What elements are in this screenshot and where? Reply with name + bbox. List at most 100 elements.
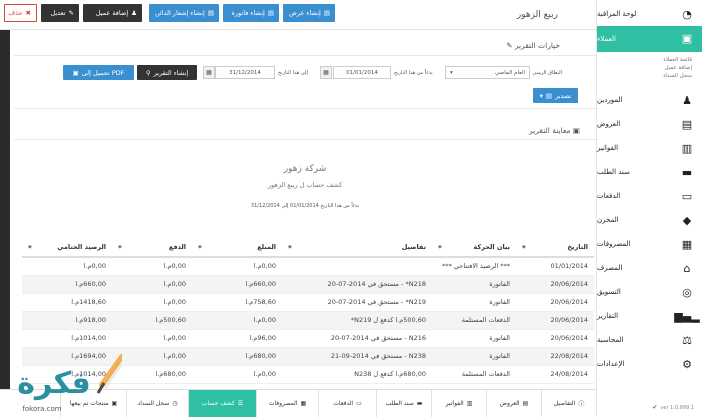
sidebar-item-settings[interactable]: ⚙ الإعدادات xyxy=(597,352,702,376)
box-icon: ◆ xyxy=(682,213,692,227)
range-select[interactable]: العام الماضي ▾ xyxy=(445,66,530,79)
sidebar-item-quotes[interactable]: ▤ العروض xyxy=(597,112,702,136)
table-cell: 0,00م.ا xyxy=(192,311,282,330)
watermark-graphic: فكرة fokora.com xyxy=(17,354,125,413)
table-cell xyxy=(282,257,432,276)
search-icon: ⚲ xyxy=(145,68,151,77)
table-cell: 20/06/2014 xyxy=(516,329,594,348)
credit-card-icon: ▭ xyxy=(356,400,362,407)
bottom-tab-5[interactable]: ▭ الدفعات xyxy=(318,390,376,417)
sidebar-item-dashboard[interactable]: ◔ لوحة المراقبة xyxy=(597,2,702,26)
submenu-payment-log[interactable]: سجل السداد xyxy=(597,72,692,80)
bottom-tab-7[interactable]: ☰ كشف حساب xyxy=(188,390,256,417)
create-report-button[interactable]: ⚲ إنشاء التقرير xyxy=(137,65,197,80)
info-icon: ⓘ xyxy=(578,401,585,408)
table-cell: 0,00م.ا xyxy=(112,347,192,366)
sidebar-item-marketing[interactable]: ◎ التسويق xyxy=(597,280,702,304)
download-pdf-button[interactable]: ▣ تحميل إلى PDF xyxy=(63,65,134,80)
scale-icon: ⚖ xyxy=(682,333,692,347)
divider xyxy=(14,139,596,140)
check-icon: ✔ xyxy=(652,404,658,411)
table-cell: 20/06/2014 xyxy=(516,275,594,294)
column-header-details[interactable]: تفاصيل ◆ xyxy=(282,238,432,258)
from-date-input[interactable]: 01/01/2014 xyxy=(333,66,391,79)
create-credit-note-button[interactable]: ▤ إنشاء إشعار الدائن xyxy=(149,4,219,22)
gear-icon: ⚙ xyxy=(682,357,692,371)
column-header-date[interactable]: التاريخ ◆ xyxy=(516,238,594,258)
company-name: شركة زهور xyxy=(283,164,327,174)
table-cell: 680,00م.ا كدفع ل N238 xyxy=(282,365,432,384)
sidebar-item-clients[interactable]: ▣ العملاء xyxy=(597,26,702,52)
wrench-icon: ✎ xyxy=(506,41,513,50)
to-date-label: إلى هذا التاريخ xyxy=(278,70,308,76)
to-date-input[interactable]: 31/12/2014 xyxy=(215,66,275,79)
create-invoice-button[interactable]: ▤ إنشاء فاتورة xyxy=(223,4,279,22)
table-row: 01/01/2014 *** الرصيد الافتتاحي *** 0,00م.… xyxy=(22,257,594,276)
sidebar-item-expenses[interactable]: ▦ المصروفات xyxy=(597,232,702,256)
sidebar-item-orders[interactable]: ▬ سند الطلب xyxy=(597,160,702,184)
column-header-movement[interactable]: بيان الحركة ◆ xyxy=(432,238,516,258)
create-quote-button[interactable]: ▤ إنشاء عرض xyxy=(283,4,335,22)
delete-button[interactable]: ✖ حذف xyxy=(4,4,37,22)
sidebar-item-suppliers[interactable]: ♟ الموردين xyxy=(597,88,702,112)
export-button[interactable]: ▾ ▤ تصدير xyxy=(533,88,578,103)
top-toolbar: ✖ حذف ✎ تعديل ♟ إضافة عميل ▤ إنشاء إشعار الد… xyxy=(0,0,596,30)
bottom-tab-6[interactable]: ▦ المصروفات xyxy=(256,390,318,417)
table-cell: 0,00م.ا xyxy=(112,257,192,276)
app-window: ◔ لوحة المراقبة ▣ العملاء قائمة العملاء … xyxy=(0,0,702,417)
add-client-button[interactable]: ♟ إضافة عميل xyxy=(83,4,142,22)
sidebar-item-bank[interactable]: ⌂ المصرف xyxy=(597,256,702,280)
expenses-icon: ▦ xyxy=(681,237,693,251)
table-cell: 0,00م.ا xyxy=(22,257,112,276)
chevron-down-icon: ▾ xyxy=(539,91,543,100)
submenu-add-client[interactable]: إضافة عميل xyxy=(597,64,693,72)
table-cell: الدفعات المستلمة xyxy=(432,365,516,384)
sort-icon: ◆ xyxy=(522,244,526,250)
target-icon: ◎ xyxy=(682,285,692,299)
table-row: 20/06/2014 الفاتورة N218* - مستحق في 2014-… xyxy=(22,275,594,294)
sidebar-item-accounting[interactable]: ⚖ المحاسبة xyxy=(597,328,702,352)
bottom-tab-4[interactable]: ▬ سند الطلب xyxy=(376,390,431,417)
table-cell: 758,60م.ا xyxy=(192,293,282,312)
svg-text:فكرة: فكرة xyxy=(17,366,90,401)
sidebar-item-invoices[interactable]: ▥ الفواتير xyxy=(597,136,702,160)
column-header-balance[interactable]: الرصيد الختامي ◆ xyxy=(22,238,112,258)
from-date-label: بدءاً من هذا التاريخ xyxy=(394,70,433,76)
table-cell: 20/06/2014 xyxy=(516,311,594,330)
chevron-down-icon: ▾ xyxy=(450,69,453,76)
sidebar-item-inventory[interactable]: ◆ المخزن xyxy=(597,208,702,232)
calendar-icon[interactable]: ▦ xyxy=(203,66,215,79)
sidebar-item-reports[interactable]: ▂▄▆ التقارير xyxy=(597,304,702,328)
table-cell: 680,00م.ا xyxy=(112,365,192,384)
user-icon: ♟ xyxy=(682,93,692,107)
bottom-tab-3[interactable]: ▥ الفواتير xyxy=(431,390,486,417)
table-cell: 918,00م.ا xyxy=(22,311,112,330)
range-label: النطاق الزمني xyxy=(532,70,562,76)
column-header-amount[interactable]: المبلغ ◆ xyxy=(192,238,282,258)
version-label: ✔ ver 1.0.999.1 xyxy=(652,404,694,411)
calculator-icon: ▤ xyxy=(522,400,529,407)
submenu-client-list[interactable]: قائمة العملاء xyxy=(597,56,692,64)
bottom-tab-8[interactable]: ◷ سجل السداد xyxy=(126,390,188,417)
edit-button[interactable]: ✎ تعديل xyxy=(41,4,79,22)
list-icon: ☰ xyxy=(237,400,244,407)
invoice-icon: ▥ xyxy=(466,400,473,407)
credit-card-icon: ▭ xyxy=(681,189,693,203)
table-header-row: التاريخ ◆ بيان الحركة ◆ تفاصيل ◆ المبلغ ◆ ال… xyxy=(22,238,594,258)
bottom-tab-2[interactable]: ▤ العروض xyxy=(486,390,541,417)
sidebar-item-payments[interactable]: ▭ الدفعات xyxy=(597,184,702,208)
table-row: 20/06/2014 الدفعات المستلمة 500,60م.ا كدفع… xyxy=(22,311,594,330)
clients-submenu: قائمة العملاء إضافة عميل سجل السداد xyxy=(597,52,702,88)
table-cell: الفاتورة xyxy=(432,329,516,348)
report-options-title: خيارات التقرير ✎ xyxy=(506,41,560,50)
bottom-tab-1[interactable]: ⓘ التفاصيل xyxy=(541,390,596,417)
briefcase-icon: ▬ xyxy=(416,400,423,407)
sidebar: ◔ لوحة المراقبة ▣ العملاء قائمة العملاء … xyxy=(596,0,702,417)
table-cell: 500,60م.ا xyxy=(112,311,192,330)
bank-icon: ⌂ xyxy=(683,261,691,275)
calendar-icon[interactable]: ▦ xyxy=(320,66,332,79)
svg-text:fokora.com: fokora.com xyxy=(22,405,61,413)
document-icon: ▤ xyxy=(207,9,214,17)
column-header-payment[interactable]: الدفع ◆ xyxy=(112,238,192,258)
pdf-icon: ▣ xyxy=(72,68,79,77)
